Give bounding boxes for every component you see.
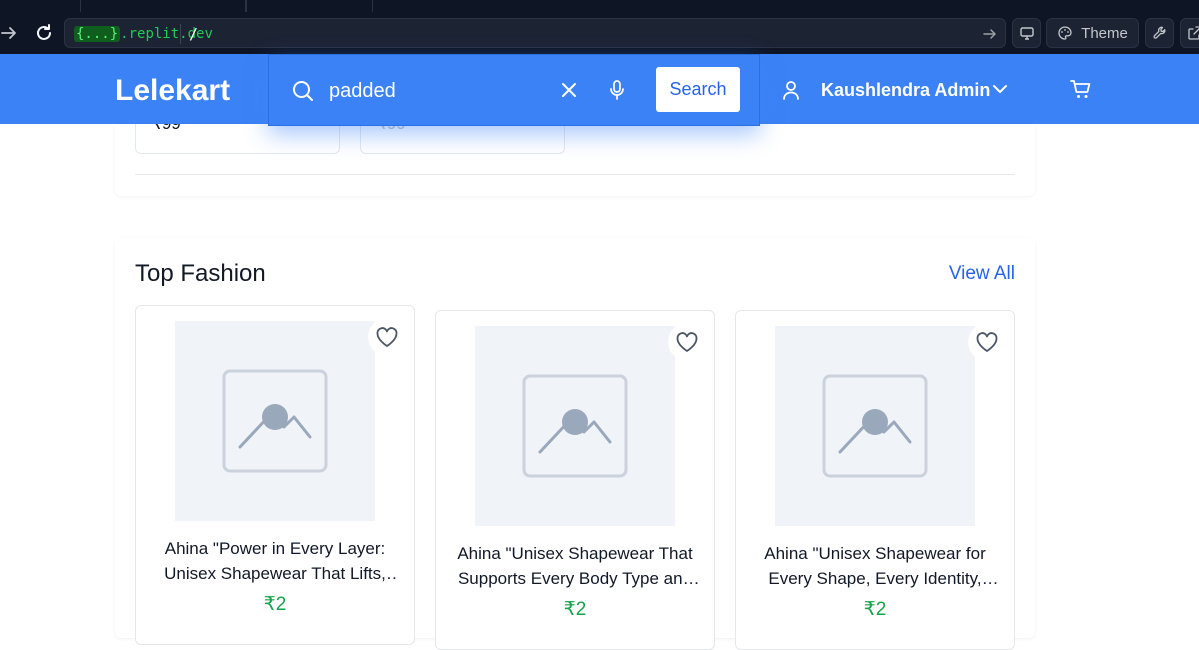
product-mini-card[interactable]: ₹99 [135,124,340,154]
tools-button[interactable] [1145,18,1174,48]
monitor-icon [1019,25,1035,41]
search-input[interactable] [329,77,549,105]
product-mini-card[interactable]: ₹99 [360,124,565,154]
product-price: ₹2 [436,598,714,621]
search-panel: Search [268,54,760,126]
account-menu[interactable]: Kaushlendra Admin [821,78,990,102]
product-image-placeholder [775,326,975,526]
product-image-placeholder [175,321,375,521]
top-fashion-section: Top Fashion View All Ahina "Power in Eve… [115,238,1035,638]
product-name[interactable]: Ahina "Unisex Shapewear That Supports Ev… [452,541,698,591]
product-price: ₹99 [151,124,181,134]
url-bar[interactable]: {...}.replit.dev / [64,18,1006,48]
browser-toolbar: {...}.replit.dev / Theme [0,12,1199,54]
url-path[interactable]: / [189,23,198,45]
devices-button[interactable] [1012,18,1041,48]
divider [135,174,1015,175]
url-separator [180,24,181,44]
go-arrow-icon[interactable] [981,25,999,43]
wishlist-button[interactable] [968,323,1006,361]
external-link-icon [1187,25,1199,41]
theme-label: Theme [1081,25,1128,42]
wrench-icon [1152,25,1168,41]
arrow-right-icon [0,24,18,42]
product-price: ₹2 [736,598,1014,621]
reload-button[interactable] [33,22,55,44]
close-icon[interactable] [559,80,579,100]
brand-logo[interactable]: Lelekart [115,72,230,110]
product-card[interactable]: Ahina "Unisex Shapewear for Every Shape,… [735,310,1015,650]
product-card[interactable]: Ahina "Unisex Shapewear That Supports Ev… [435,310,715,650]
wishlist-button[interactable] [368,318,406,356]
search-icon [291,79,315,103]
browser-tab[interactable] [80,0,246,12]
reload-icon [34,23,54,43]
heart-icon [975,331,999,353]
user-icon [781,79,801,101]
product-name[interactable]: Ahina "Power in Every Layer: Unisex Shap… [152,536,398,586]
forward-button[interactable] [0,22,20,44]
chevron-down-icon[interactable] [991,82,1009,96]
browser-tab[interactable] [246,0,373,12]
product-card[interactable]: Ahina "Power in Every Layer: Unisex Shap… [135,305,415,645]
search-button[interactable]: Search [656,67,740,112]
previous-section-card: ₹99 ₹99 [115,124,1035,196]
image-placeholder-icon [522,374,628,478]
cart-icon[interactable] [1069,78,1093,100]
product-image-placeholder [475,326,675,526]
view-all-link[interactable]: View All [949,263,1015,285]
product-price: ₹2 [136,593,414,616]
product-name[interactable]: Ahina "Unisex Shapewear for Every Shape,… [752,541,998,591]
open-external-button[interactable] [1180,18,1199,48]
section-title: Top Fashion [135,260,266,288]
theme-button[interactable]: Theme [1046,18,1139,48]
palette-icon [1057,25,1073,41]
heart-icon [675,331,699,353]
microphone-icon[interactable] [607,79,627,101]
heart-icon [375,326,399,348]
browser-tabstrip [0,0,1199,12]
wishlist-button[interactable] [668,323,706,361]
image-placeholder-icon [822,374,928,478]
image-placeholder-icon [222,369,328,473]
